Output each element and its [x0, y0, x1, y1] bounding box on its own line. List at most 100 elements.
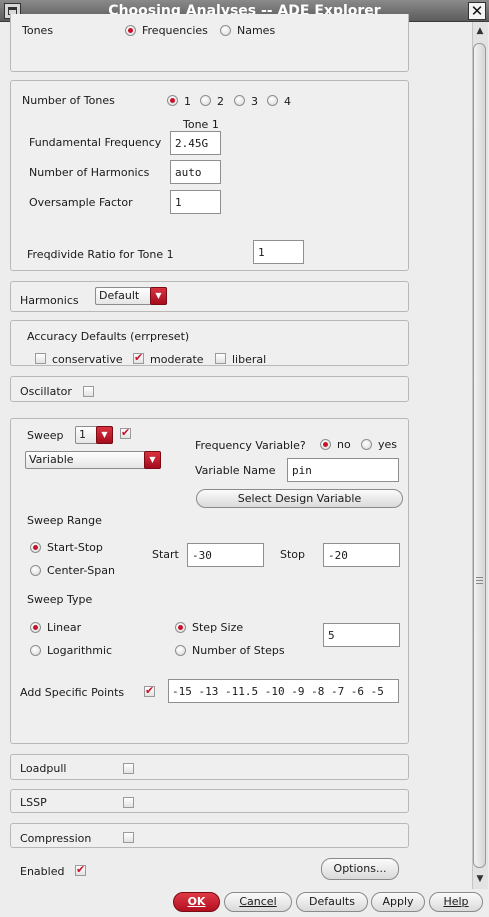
- number-of-steps-label: Number of Steps: [192, 644, 285, 657]
- compression-label: Compression: [20, 832, 92, 845]
- tone-1-header: Tone 1: [183, 118, 219, 131]
- num-tones-4-label: 4: [284, 95, 291, 108]
- sweep-count-dropdown[interactable]: 1 ▼: [75, 426, 113, 444]
- num-tones-1-radio[interactable]: [167, 95, 178, 106]
- oversample-factor-label: Oversample Factor: [29, 196, 133, 209]
- number-of-harmonics-label: Number of Harmonics: [29, 166, 150, 179]
- chevron-down-icon: ▼: [96, 426, 113, 444]
- oversample-factor-input[interactable]: 1: [170, 190, 221, 214]
- scroll-up-icon[interactable]: ▲: [473, 26, 487, 36]
- frequency-variable-label: Frequency Variable?: [195, 439, 306, 452]
- frequency-variable-yes-radio[interactable]: [361, 439, 372, 450]
- step-size-radio[interactable]: [175, 622, 186, 633]
- cancel-button-label: Cancel: [239, 895, 277, 908]
- num-tones-1-label: 1: [184, 95, 191, 108]
- sweep-type-dropdown[interactable]: Variable ▼: [25, 451, 161, 469]
- loadpull-checkbox[interactable]: [123, 763, 134, 774]
- fundamental-frequency-input[interactable]: 2.45G: [170, 131, 221, 155]
- loadpull-panel: [10, 754, 409, 780]
- ok-button[interactable]: OK: [173, 892, 220, 912]
- add-specific-points-label: Add Specific Points: [20, 686, 125, 699]
- logarithmic-label: Logarithmic: [47, 644, 113, 657]
- tones-panel: [10, 14, 409, 72]
- frequency-variable-no-radio[interactable]: [320, 439, 331, 450]
- harmonics-dropdown-value: Default: [99, 289, 140, 302]
- scroll-grip: [476, 583, 483, 584]
- num-tones-3-label: 3: [251, 95, 258, 108]
- lssp-panel: [10, 789, 409, 813]
- linear-radio[interactable]: [30, 622, 41, 633]
- compression-checkbox[interactable]: [123, 832, 134, 843]
- sweep-range-label: Sweep Range: [27, 514, 102, 527]
- lssp-label: LSSP: [20, 796, 47, 809]
- stop-label: Stop: [280, 548, 306, 561]
- enabled-label: Enabled: [20, 865, 65, 878]
- logarithmic-radio[interactable]: [30, 645, 41, 656]
- chevron-down-icon: ▼: [144, 451, 161, 469]
- num-tones-label: Number of Tones: [22, 94, 115, 107]
- scroll-grip: [476, 580, 483, 581]
- scroll-grip: [476, 577, 483, 578]
- center-span-label: Center-Span: [47, 564, 115, 577]
- fundamental-frequency-label: Fundamental Frequency: [29, 136, 162, 149]
- tones-frequencies-label: Frequencies: [142, 24, 208, 37]
- frequency-variable-no-label: no: [337, 438, 351, 451]
- scroll-down-icon[interactable]: ▼: [473, 874, 487, 884]
- sweep-label: Sweep: [27, 429, 64, 442]
- num-tones-3-radio[interactable]: [234, 95, 245, 106]
- tones-names-radio[interactable]: [220, 25, 231, 36]
- step-size-input[interactable]: 5: [323, 623, 400, 647]
- accuracy-liberal-checkbox[interactable]: [215, 353, 226, 364]
- center-span-radio[interactable]: [30, 565, 41, 576]
- specific-points-input[interactable]: -15 -13 -11.5 -10 -9 -8 -7 -6 -5: [168, 679, 399, 703]
- accuracy-label: Accuracy Defaults (errpreset): [27, 330, 190, 343]
- oscillator-checkbox[interactable]: [83, 386, 94, 397]
- select-design-variable-button[interactable]: Select Design Variable: [196, 489, 403, 508]
- help-button-label: Help: [443, 895, 469, 908]
- start-stop-radio[interactable]: [30, 542, 41, 553]
- number-of-steps-radio[interactable]: [175, 645, 186, 656]
- defaults-button[interactable]: Defaults: [296, 892, 368, 912]
- sweep-type-label: Sweep Type: [27, 593, 93, 606]
- variable-name-input[interactable]: pin: [287, 458, 399, 482]
- accuracy-conservative-checkbox[interactable]: [35, 353, 46, 364]
- num-tones-2-radio[interactable]: [200, 95, 211, 106]
- num-tones-2-label: 2: [217, 95, 224, 108]
- accuracy-liberal-label: liberal: [232, 353, 267, 366]
- accuracy-moderate-label: moderate: [150, 353, 204, 366]
- tones-frequencies-radio[interactable]: [125, 25, 136, 36]
- accuracy-moderate-checkbox[interactable]: [133, 351, 144, 364]
- num-tones-4-radio[interactable]: [267, 95, 278, 106]
- scrollbar-thumb[interactable]: [473, 43, 486, 868]
- cancel-button[interactable]: Cancel: [224, 892, 292, 912]
- help-button[interactable]: Help: [429, 892, 483, 912]
- sweep-count-value: 1: [79, 428, 86, 441]
- frequency-variable-yes-label: yes: [378, 438, 398, 451]
- loadpull-label: Loadpull: [20, 762, 67, 775]
- sweep-type-value: Variable: [29, 453, 74, 466]
- accuracy-conservative-label: conservative: [52, 353, 123, 366]
- freqdivide-ratio-input[interactable]: 1: [253, 240, 304, 264]
- lssp-checkbox[interactable]: [123, 797, 134, 808]
- start-stop-label: Start-Stop: [47, 541, 103, 554]
- linear-label: Linear: [47, 621, 82, 634]
- start-input[interactable]: -30: [187, 543, 264, 567]
- freqdivide-ratio-label: Freqdivide Ratio for Tone 1: [27, 248, 174, 261]
- variable-name-label: Variable Name: [195, 464, 276, 477]
- stop-input[interactable]: -20: [323, 543, 400, 567]
- sweep-enable-checkbox[interactable]: [120, 426, 131, 439]
- chevron-down-icon: ▼: [150, 287, 167, 305]
- tones-names-label: Names: [237, 24, 276, 37]
- apply-button[interactable]: Apply: [371, 892, 425, 912]
- ok-button-label: OK: [187, 895, 206, 908]
- step-size-label: Step Size: [192, 621, 244, 634]
- enabled-checkbox[interactable]: [75, 863, 86, 876]
- harmonics-label: Harmonics: [20, 294, 79, 307]
- oscillator-label: Oscillator: [20, 385, 72, 398]
- number-of-harmonics-input[interactable]: auto: [170, 160, 221, 184]
- close-button[interactable]: ✕: [468, 2, 486, 20]
- harmonics-dropdown[interactable]: Default ▼: [95, 287, 167, 305]
- tones-label: Tones: [22, 24, 54, 37]
- add-specific-points-checkbox[interactable]: [144, 684, 155, 697]
- options-button[interactable]: Options...: [321, 858, 399, 880]
